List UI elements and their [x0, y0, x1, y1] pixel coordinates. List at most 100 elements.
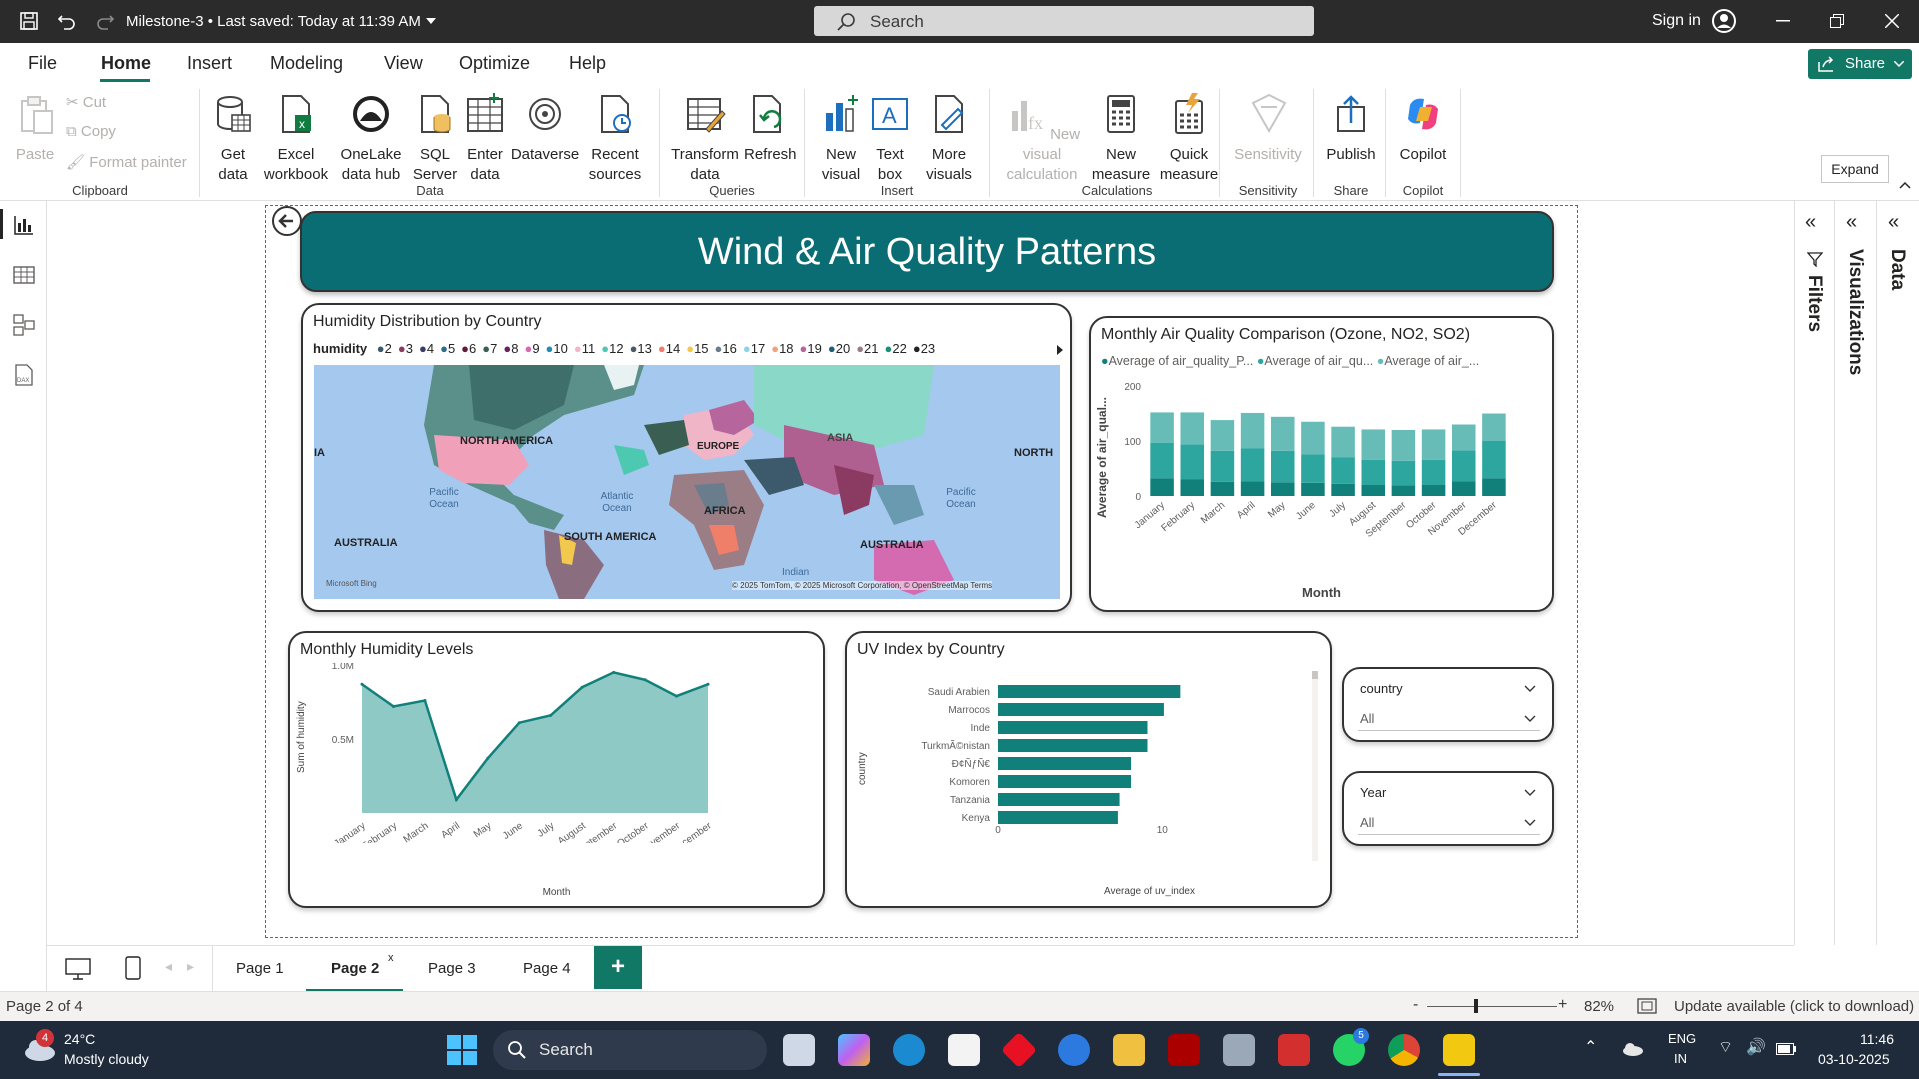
aq-bar-segment[interactable] — [1391, 460, 1416, 486]
aq-bar-segment[interactable] — [1361, 485, 1386, 496]
aq-bar-segment[interactable] — [1150, 478, 1174, 496]
map-legend-item[interactable]: ●18 — [771, 341, 793, 356]
minimize-icon[interactable] — [1776, 20, 1790, 22]
aq-bar-segment[interactable] — [1301, 482, 1325, 496]
map-legend-item[interactable]: ●4 — [419, 341, 434, 356]
aq-bar-segment[interactable] — [1482, 441, 1506, 479]
volume-icon[interactable]: 🔊 — [1746, 1037, 1766, 1057]
enter-data-button[interactable]: Enter data — [462, 93, 508, 185]
menu-help[interactable]: Help — [569, 53, 606, 74]
edge-icon[interactable] — [893, 1034, 925, 1066]
zoom-out-icon[interactable]: - — [1413, 996, 1418, 1014]
language-indicator[interactable]: ENG — [1668, 1031, 1696, 1046]
aq-bar-segment[interactable] — [1150, 442, 1174, 479]
map-legend-item[interactable]: ●6 — [461, 341, 476, 356]
aq-bar-segment[interactable] — [1451, 424, 1476, 451]
map-legend-item[interactable]: ●22 — [885, 341, 907, 356]
map-area[interactable]: NORTH AMERICA EUROPE ASIA AFRICA SOUTH A… — [314, 365, 1060, 599]
report-view-icon[interactable] — [12, 213, 36, 237]
sign-in-link[interactable]: Sign in — [1652, 12, 1701, 30]
new-measure-button[interactable]: New measure — [1090, 93, 1152, 185]
anydesk-icon[interactable] — [1000, 1031, 1038, 1069]
aq-bar-segment[interactable] — [1482, 413, 1506, 442]
year-slicer[interactable]: Year All — [1342, 771, 1554, 846]
desktop-layout-icon[interactable] — [65, 958, 91, 980]
year-slicer-dropdown[interactable]: All — [1358, 809, 1540, 835]
map-legend-item[interactable]: ●10 — [546, 341, 568, 356]
aq-bar-segment[interactable] — [1240, 481, 1265, 496]
aq-bar-segment[interactable] — [1421, 459, 1446, 485]
map-legend-item[interactable]: ●2 — [377, 341, 392, 356]
humidity-point[interactable] — [423, 699, 427, 703]
copilot-app-icon[interactable] — [838, 1034, 870, 1066]
humidity-point[interactable] — [517, 721, 521, 725]
aq-legend-item-3[interactable]: Average of air_... — [1384, 354, 1479, 368]
battery-icon[interactable] — [1776, 1043, 1796, 1055]
back-arrow-icon[interactable] — [271, 205, 303, 237]
dataverse-button[interactable]: Dataverse — [510, 93, 580, 165]
undo-icon[interactable] — [56, 10, 78, 32]
data-pane-collapsed[interactable]: « Data — [1877, 201, 1919, 945]
filters-pane-collapsed[interactable]: « Filters — [1795, 201, 1835, 945]
new-visual-button[interactable]: New visual — [818, 93, 864, 185]
zoom-in-icon[interactable]: + — [1558, 996, 1567, 1014]
expand-filters-icon[interactable]: « — [1805, 211, 1816, 234]
humidity-point[interactable] — [706, 682, 710, 686]
menu-file[interactable]: File — [28, 53, 57, 74]
sensitivity-button[interactable]: Sensitivity — [1228, 93, 1308, 165]
clock-time[interactable]: 11:46 — [1860, 1031, 1894, 1047]
model-view-icon[interactable] — [12, 313, 36, 337]
sql-server-button[interactable]: SQL Server — [412, 93, 458, 185]
get-data-button[interactable]: Get data — [207, 93, 259, 185]
excel-workbook-button[interactable]: x Excel workbook — [262, 93, 330, 185]
restore-icon[interactable] — [1830, 14, 1844, 28]
app-icon[interactable] — [1223, 1034, 1255, 1066]
humidity-point[interactable] — [675, 694, 679, 698]
aq-bar-segment[interactable] — [1301, 454, 1325, 483]
collapse-ribbon-icon[interactable] — [1899, 181, 1911, 189]
aq-bar-segment[interactable] — [1240, 412, 1265, 449]
store-icon[interactable] — [948, 1034, 980, 1066]
aq-bar-segment[interactable] — [1301, 421, 1325, 455]
humidity-point[interactable] — [391, 704, 395, 708]
tab-page-1[interactable]: Page 1 — [236, 960, 284, 977]
map-legend-item[interactable]: ●8 — [503, 341, 518, 356]
aq-bar-segment[interactable] — [1270, 482, 1295, 496]
map-legend-item[interactable]: ●20 — [828, 341, 850, 356]
help-icon[interactable] — [1058, 1034, 1090, 1066]
map-legend-item[interactable]: ●16 — [715, 341, 737, 356]
chrome-icon[interactable] — [1388, 1034, 1420, 1066]
close-tab-icon[interactable]: x — [388, 952, 394, 964]
share-button[interactable]: Share — [1808, 49, 1912, 79]
chevron-down-icon[interactable] — [426, 18, 436, 25]
humidity-point[interactable] — [643, 678, 647, 682]
uv-scrollbar-thumb[interactable] — [1312, 671, 1318, 679]
paste-button[interactable]: Paste — [12, 93, 58, 165]
power-bi-icon[interactable] — [1443, 1034, 1475, 1066]
humidity-point[interactable] — [454, 798, 458, 802]
uv-bar[interactable] — [998, 775, 1132, 788]
format-painter-button[interactable]: 🖌 Format painter — [66, 153, 187, 171]
mobile-layout-icon[interactable] — [125, 956, 141, 980]
chevron-down-icon[interactable] — [1524, 685, 1536, 692]
map-legend-item[interactable]: ●23 — [913, 341, 935, 356]
aq-bar-segment[interactable] — [1361, 429, 1386, 460]
search-input[interactable]: Search — [814, 6, 1314, 36]
menu-modeling[interactable]: Modeling — [270, 53, 343, 74]
zoom-slider-thumb[interactable] — [1474, 999, 1478, 1013]
close-icon[interactable] — [1885, 14, 1899, 28]
aq-bar-segment[interactable] — [1270, 450, 1295, 483]
map-legend-item[interactable]: ●19 — [800, 341, 822, 356]
taskbar-search[interactable]: Search — [493, 1030, 767, 1070]
quick-measure-button[interactable]: Quick measure — [1154, 93, 1224, 185]
more-visuals-button[interactable]: More visuals — [918, 93, 980, 185]
next-page-icon[interactable]: ▸ — [187, 958, 194, 975]
mcafee-icon[interactable] — [1168, 1034, 1200, 1066]
humidity-point[interactable] — [580, 685, 584, 689]
uv-bar[interactable] — [998, 739, 1148, 752]
copy-button[interactable]: ⧉ Copy — [66, 123, 116, 140]
aq-bar-segment[interactable] — [1451, 481, 1476, 496]
aq-legend-item-1[interactable]: Average of air_quality_P... — [1109, 354, 1254, 368]
aq-bar-segment[interactable] — [1451, 450, 1476, 482]
menu-view[interactable]: View — [384, 53, 423, 74]
